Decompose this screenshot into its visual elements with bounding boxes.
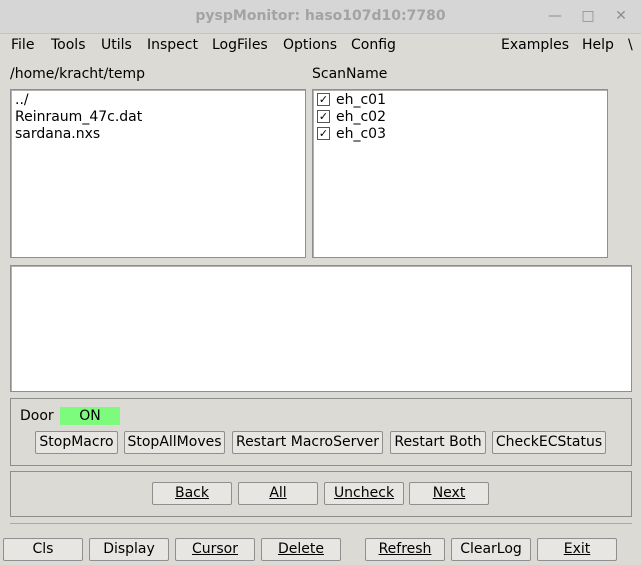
directory-path-label: /home/kracht/temp [10, 66, 145, 82]
cls-button[interactable]: Cls [3, 538, 83, 561]
scan-checkbox[interactable]: ✓ [317, 109, 330, 123]
maximize-icon[interactable]: □ [579, 7, 597, 25]
menu-bar: File Tools Utils Inspect LogFiles Option… [0, 34, 641, 58]
check-ec-status-button[interactable]: CheckECStatus [492, 431, 606, 454]
scan-item[interactable]: ✓ eh_c01 [317, 92, 386, 109]
menu-options[interactable]: Options [283, 37, 337, 53]
navigation-frame [10, 471, 632, 517]
exit-button-label: Exit [563, 541, 591, 557]
uncheck-button[interactable]: Uncheck [324, 482, 404, 505]
scan-item-label: eh_c01 [336, 92, 386, 108]
scan-name-header: ScanName [312, 66, 388, 82]
menu-overflow[interactable]: \ [628, 37, 633, 53]
refresh-button-label: Refresh [378, 541, 432, 557]
menu-file[interactable]: File [11, 37, 34, 53]
menu-logfiles[interactable]: LogFiles [212, 37, 268, 53]
all-button[interactable]: All [238, 482, 318, 505]
door-state-indicator: ON [60, 407, 120, 425]
next-button-label: Next [432, 485, 466, 501]
clear-log-button[interactable]: ClearLog [451, 538, 531, 561]
scan-checkbox[interactable]: ✓ [317, 126, 330, 140]
menu-inspect[interactable]: Inspect [147, 37, 198, 53]
door-label: Door [20, 408, 54, 424]
separator [10, 523, 632, 524]
stop-all-moves-button[interactable]: StopAllMoves [124, 431, 225, 454]
restart-macroserver-button[interactable]: Restart MacroServer [232, 431, 383, 454]
title-bar: pyspMonitor: haso107d10:7780 — □ ✕ [0, 0, 641, 34]
menu-tools[interactable]: Tools [51, 37, 86, 53]
back-button-label: Back [175, 485, 209, 501]
menu-utils[interactable]: Utils [101, 37, 132, 53]
exit-button[interactable]: Exit [537, 538, 617, 561]
menu-help[interactable]: Help [582, 37, 614, 53]
file-entry-parent[interactable]: ../ [15, 92, 29, 108]
delete-button[interactable]: Delete [261, 538, 341, 561]
back-button[interactable]: Back [152, 482, 232, 505]
log-text-area[interactable] [10, 265, 632, 392]
cursor-button-label: Cursor [191, 541, 239, 557]
scan-list[interactable]: ✓ eh_c01 ✓ eh_c02 ✓ eh_c03 [312, 89, 608, 258]
file-entry-reinraum[interactable]: Reinraum_47c.dat [15, 109, 142, 125]
file-list[interactable]: ../ Reinraum_47c.dat sardana.nxs [10, 89, 306, 258]
restart-both-button[interactable]: Restart Both [390, 431, 486, 454]
minimize-icon[interactable]: — [546, 7, 564, 25]
scan-checkbox[interactable]: ✓ [317, 92, 330, 106]
menu-examples[interactable]: Examples [501, 37, 569, 53]
close-icon[interactable]: ✕ [612, 7, 630, 25]
scan-item-label: eh_c03 [336, 126, 386, 142]
window-title: pyspMonitor: haso107d10:7780 [195, 8, 446, 24]
refresh-button[interactable]: Refresh [365, 538, 445, 561]
scan-item[interactable]: ✓ eh_c03 [317, 126, 386, 143]
menu-config[interactable]: Config [351, 37, 396, 53]
file-entry-sardana[interactable]: sardana.nxs [15, 126, 100, 142]
uncheck-button-label: Uncheck [333, 485, 395, 501]
scan-item-label: eh_c02 [336, 109, 386, 125]
display-button[interactable]: Display [89, 538, 169, 561]
next-button[interactable]: Next [409, 482, 489, 505]
scan-item[interactable]: ✓ eh_c02 [317, 109, 386, 126]
delete-button-label: Delete [278, 541, 324, 557]
stop-macro-button[interactable]: StopMacro [35, 431, 118, 454]
cursor-button[interactable]: Cursor [175, 538, 255, 561]
all-button-label: All [269, 485, 287, 501]
